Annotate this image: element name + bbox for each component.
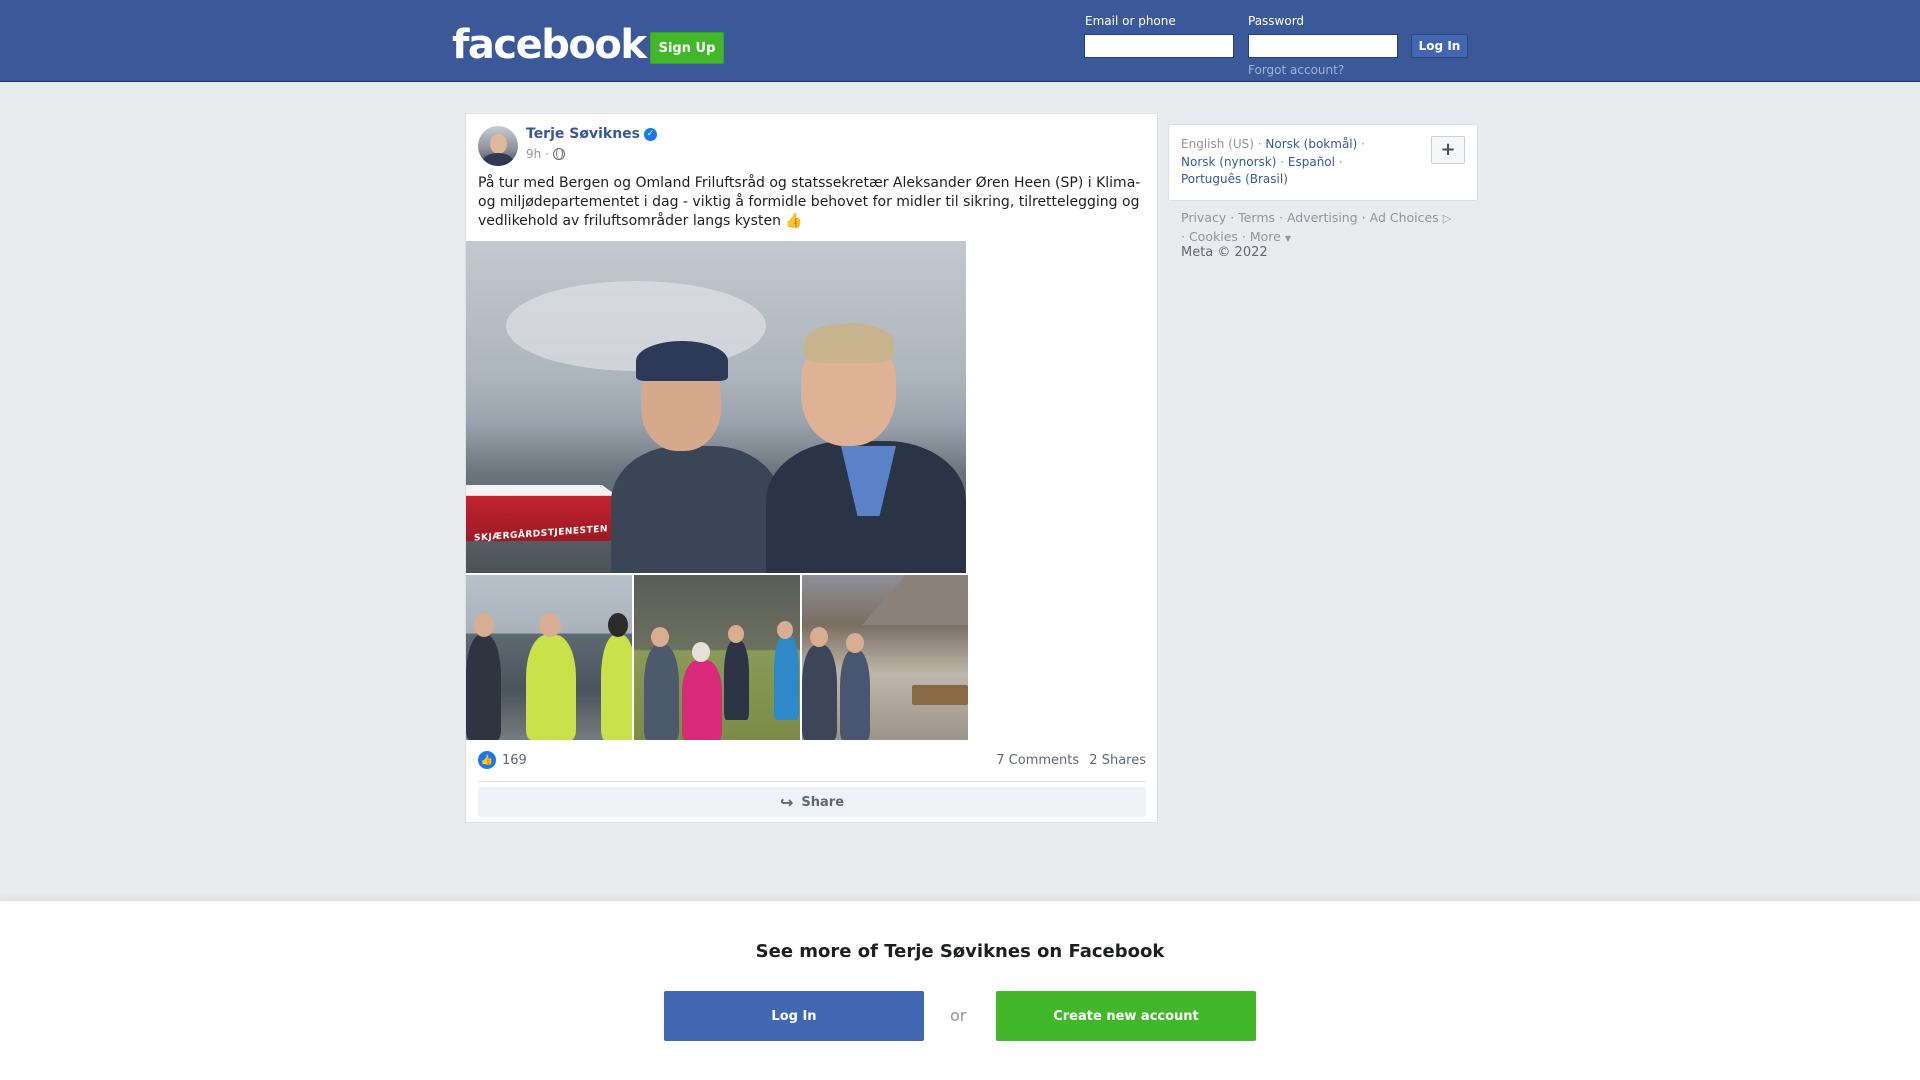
post-photo-thumb-1[interactable] [466, 575, 632, 740]
password-label: Password [1248, 14, 1305, 28]
language-link[interactable]: Español [1288, 155, 1335, 169]
divider [478, 781, 1146, 782]
language-link[interactable]: Norsk (nynorsk) [1181, 155, 1276, 169]
like-icon: 👍 [478, 751, 496, 769]
chevron-down-icon: ▼ [1284, 234, 1291, 243]
author-name[interactable]: Terje Søviknes [526, 126, 640, 142]
post-author[interactable]: Terje Søviknes ✓ [526, 126, 657, 142]
footer-link-terms[interactable]: Terms [1238, 210, 1275, 225]
top-bar: facebook Sign Up Email or phone Password… [0, 0, 1920, 82]
post-photo-thumb-2[interactable] [634, 575, 800, 740]
ad-choices-icon: ▷ [1442, 212, 1452, 225]
like-count[interactable]: 169 [502, 753, 527, 768]
create-account-button[interactable]: Create new account [996, 991, 1256, 1041]
or-label: or [950, 1006, 967, 1025]
comments-count[interactable]: 7 Comments [996, 753, 1079, 768]
footer-link-cookies[interactable]: Cookies [1189, 229, 1238, 244]
post-stats: 👍 169 7 Comments 2 Shares [478, 751, 1146, 769]
verified-badge-icon: ✓ [644, 127, 657, 141]
copyright: Meta © 2022 [1181, 245, 1268, 260]
footer-link-ad-choices[interactable]: Ad Choices [1370, 210, 1439, 225]
language-link[interactable]: Norsk (bokmål) [1265, 137, 1357, 151]
post-time[interactable]: 9h [526, 147, 541, 161]
footer-link-more[interactable]: More [1250, 229, 1281, 244]
email-label: Email or phone [1085, 14, 1176, 28]
share-label: Share [801, 794, 845, 810]
footer-links: Privacy · Terms · Advertising · Ad Choic… [1181, 210, 1452, 244]
share-button[interactable]: ↪ Share [478, 787, 1146, 817]
email-field[interactable] [1084, 34, 1234, 58]
facebook-logo[interactable]: facebook [452, 22, 647, 68]
avatar[interactable] [478, 126, 518, 166]
banner-title: See more of Terje Søviknes on Facebook [755, 941, 1165, 962]
footer-link-advertising[interactable]: Advertising [1287, 210, 1358, 225]
meta-separator: · [545, 147, 550, 161]
language-link[interactable]: Português (Brasil) [1181, 172, 1288, 186]
banner-log-in-button[interactable]: Log In [664, 991, 924, 1041]
post-photo-main[interactable]: SKJÆRGÅRDSTJENESTEN [466, 241, 966, 573]
post-meta: 9h · [526, 147, 566, 161]
language-selector: English (US) · Norsk (bokmål) · Norsk (n… [1168, 124, 1478, 201]
post-card: Terje Søviknes ✓ 9h · På tur med Bergen … [465, 113, 1158, 823]
sign-up-button[interactable]: Sign Up [650, 32, 724, 64]
reaction-count[interactable]: 👍 169 [478, 751, 527, 769]
post-text: På tur med Bergen og Omland Friluftsråd … [478, 175, 1141, 229]
language-current: English (US) [1181, 137, 1254, 151]
post-photo-thumb-3[interactable] [802, 575, 968, 740]
log-in-button[interactable]: Log In [1411, 34, 1468, 58]
password-field[interactable] [1248, 34, 1398, 58]
shares-count[interactable]: 2 Shares [1089, 753, 1146, 768]
footer-link-privacy[interactable]: Privacy [1181, 210, 1226, 225]
share-icon: ↪ [779, 792, 794, 812]
forgot-account-link[interactable]: Forgot account? [1248, 63, 1344, 77]
more-languages-button[interactable]: + [1431, 136, 1465, 164]
globe-icon [553, 148, 566, 160]
login-prompt-banner: See more of Terje Søviknes on Facebook L… [0, 900, 1920, 1080]
